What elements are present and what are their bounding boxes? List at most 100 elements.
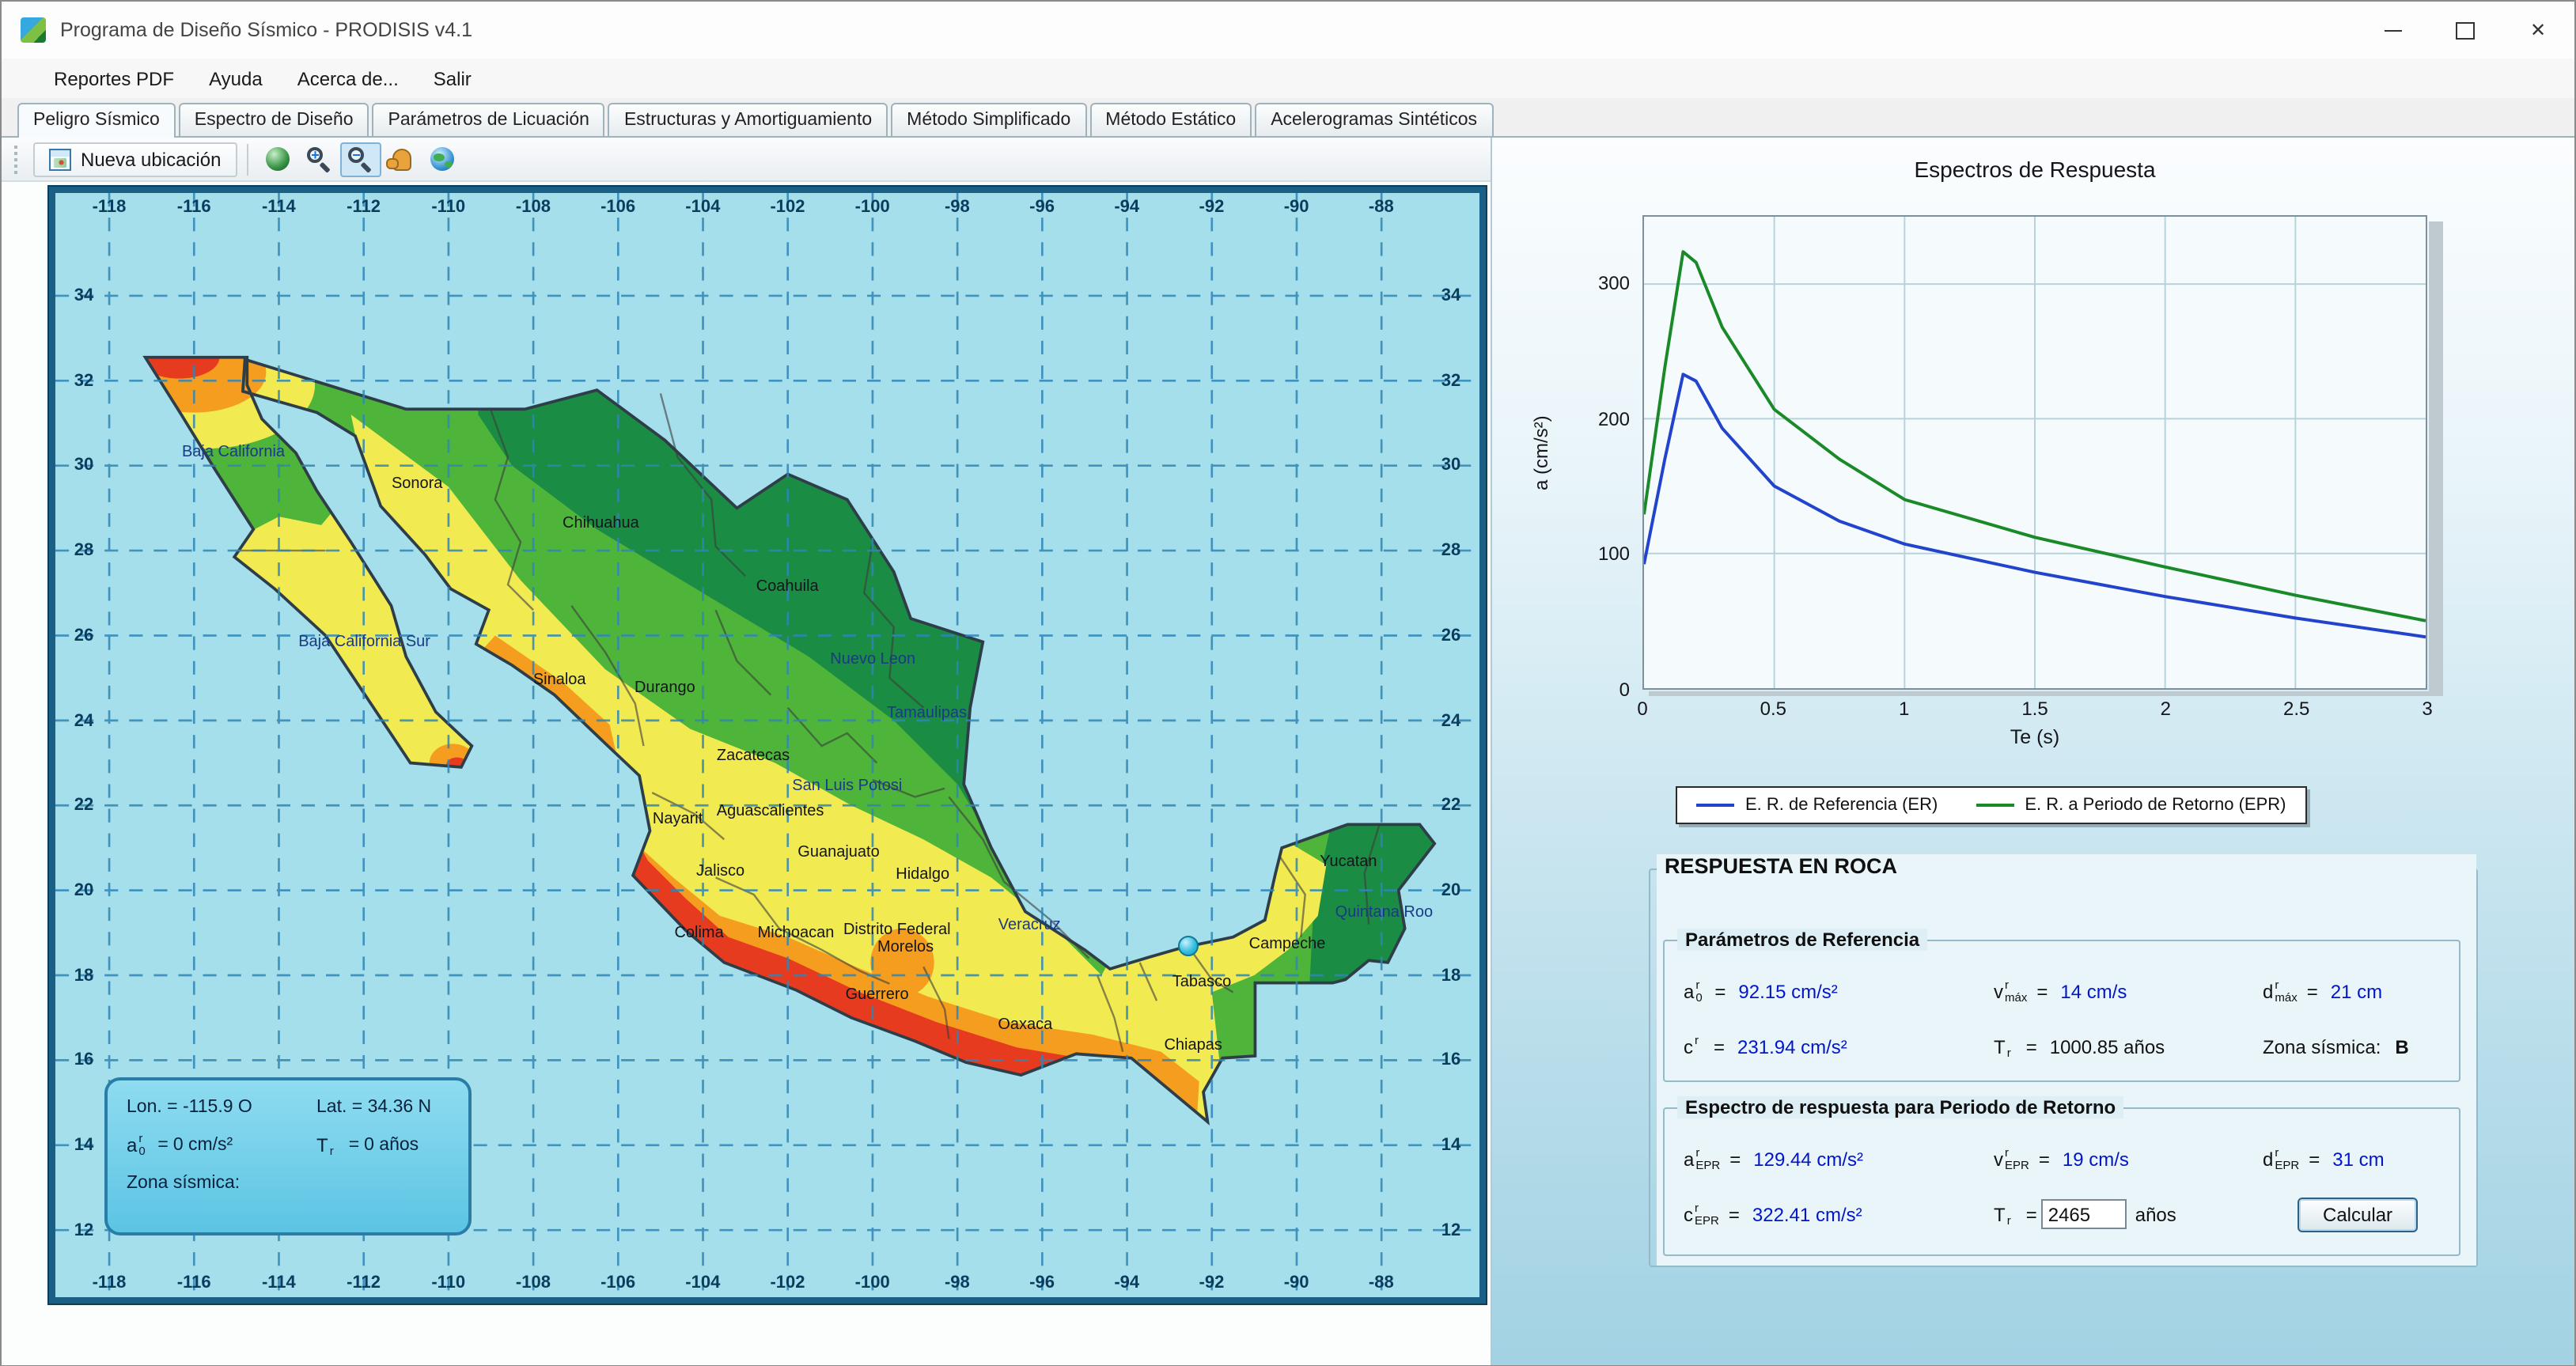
map-axis-tick: 30	[63, 453, 104, 479]
zoom-in-button[interactable]: +	[298, 142, 339, 176]
param-a0r: ar0=92.15 cm/s²	[1684, 978, 1994, 1004]
map-axis-tick: -116	[162, 198, 225, 217]
chart-y-ticks: 0100200300	[1578, 215, 1635, 690]
map-axis-tick: 34	[1430, 283, 1472, 308]
param-aepr: arEPR=129.44 cm/s²	[1684, 1146, 1994, 1171]
return-period-group: Espectro de respuesta para Periodo de Re…	[1663, 1107, 2460, 1256]
menu-item-ayuda[interactable]: Ayuda	[191, 61, 280, 96]
tab-metodo-simplificado[interactable]: Método Simplificado	[891, 103, 1086, 136]
chart-x-tick: 2.5	[2283, 698, 2309, 720]
tab-acelerogramas-sinteticos[interactable]: Acelerogramas Sintéticos	[1255, 103, 1493, 136]
maximize-button[interactable]	[2429, 2, 2502, 59]
param-cepr: crEPR=322.41 cm/s²	[1684, 1201, 1994, 1227]
zoom-out-icon: −	[347, 146, 373, 172]
map-axis-tick: 16	[63, 1048, 104, 1073]
new-location-button[interactable]: Nueva ubicación	[33, 142, 237, 176]
chart-y-tick: 200	[1598, 407, 1630, 429]
locate-sphere-icon	[266, 147, 290, 171]
calc-cell: Calcular	[2263, 1197, 2440, 1232]
map-axis-tick: -116	[162, 1273, 225, 1292]
menu-item-salir[interactable]: Salir	[416, 61, 489, 96]
seismic-hazard-map[interactable]: -118-116-114-112-110-108-106-104-102-100…	[49, 187, 1486, 1304]
chart-x-tick: 1	[1899, 698, 1909, 720]
chart-x-tick: 2	[2161, 698, 2171, 720]
tab-estructuras-y-amortiguamiento[interactable]: Estructuras y Amortiguamiento	[608, 103, 888, 136]
legend-item-epr: E. R. a Periodo de Retorno (EPR)	[1957, 788, 2305, 823]
map-axis-tick: 20	[63, 878, 104, 903]
param-vepr: vrEPR=19 cm/s	[1994, 1146, 2263, 1171]
info-tr: Tr=0 años	[316, 1133, 419, 1158]
tab-parametros-de-licuacion[interactable]: Parámetros de Licuación	[373, 103, 605, 136]
map-axis-tick: -96	[1010, 1273, 1074, 1292]
map-axis-tick: -110	[417, 1273, 480, 1292]
info-lon-label: Lon. =	[127, 1098, 178, 1117]
close-button[interactable]: ✕	[2502, 2, 2574, 59]
map-axis-tick: 24	[63, 708, 104, 733]
map-column: Nueva ubicación + −	[2, 138, 1491, 1364]
info-zona-label: Zona sísmica:	[127, 1174, 240, 1193]
param-tr-value: 1000.85 años	[2050, 1035, 2165, 1058]
map-axis-tick: 14	[63, 1133, 104, 1158]
map-axis-tick: -118	[78, 1273, 141, 1292]
map-axis-tick: -94	[1095, 198, 1158, 217]
globe-icon	[430, 147, 454, 171]
param-cr: cr =231.94 cm/s²	[1684, 1034, 1994, 1059]
calcular-button[interactable]: Calcular	[2298, 1197, 2418, 1232]
map-axis-tick: -90	[1265, 1273, 1328, 1292]
info-lat-label: Lat. =	[316, 1098, 362, 1117]
maximize-icon	[2456, 21, 2475, 39]
map-axis-tick: -96	[1010, 198, 1074, 217]
tab-metodo-estatico[interactable]: Método Estático	[1089, 103, 1252, 136]
map-axis-tick: 20	[1430, 878, 1472, 903]
map-axis-tick: -114	[247, 1273, 310, 1292]
map-axis-tick: -90	[1265, 198, 1328, 217]
map-axis-tick: -108	[502, 1273, 565, 1292]
chart-x-axis-label: Te (s)	[1642, 726, 2427, 748]
legend-label-epr: E. R. a Periodo de Retorno (EPR)	[2025, 796, 2286, 815]
legend-item-er: E. R. de Referencia (ER)	[1677, 788, 1957, 823]
tab-peligro-sismico[interactable]: Peligro Sísmico	[17, 103, 176, 138]
chart-x-tick: 1.5	[2021, 698, 2048, 720]
pan-tool-button[interactable]	[381, 142, 422, 176]
map-ticks-right: 343230282624222018161412	[1430, 283, 1472, 1243]
minimize-button[interactable]	[2356, 2, 2429, 59]
toolbar-grip	[14, 145, 22, 173]
map-axis-tick: -98	[926, 198, 989, 217]
zoom-out-button[interactable]: −	[339, 142, 381, 176]
return-period-header: Espectro de respuesta para Periodo de Re…	[1677, 1096, 2123, 1118]
map-ticks-top: -118-116-114-112-110-108-106-104-102-100…	[78, 198, 1413, 217]
chart-legend: E. R. de Referencia (ER) E. R. a Periodo…	[1676, 786, 2306, 824]
chart-x-ticks: 00.511.522.53	[1642, 698, 2427, 720]
map-axis-tick: 26	[1430, 623, 1472, 649]
map-axis-tick: -108	[502, 198, 565, 217]
map-axis-tick: -102	[756, 1273, 820, 1292]
param-depr: drEPR=31 cm	[2263, 1146, 2440, 1171]
info-a0: ar0=0 cm/s²	[127, 1133, 316, 1158]
tab-espectro-de-diseno[interactable]: Espectro de Diseño	[179, 103, 369, 136]
map-axis-tick: 30	[1430, 453, 1472, 479]
reference-params-group: Parámetros de Referencia ar0=92.15 cm/s²…	[1663, 940, 2460, 1082]
menu-item-reportes-pdf[interactable]: Reportes PDF	[36, 61, 191, 96]
chart-gridlines	[1644, 217, 2426, 688]
map-axis-tick: -112	[332, 198, 396, 217]
chart-plot-svg	[1644, 217, 2426, 688]
seismic-zone-orange-central	[870, 929, 934, 997]
map-ticks-left: 343230282624222018161412	[63, 283, 104, 1243]
menu-item-acerca-de[interactable]: Acerca de...	[280, 61, 416, 96]
map-axis-tick: -104	[671, 198, 734, 217]
pan-hand-icon	[392, 148, 411, 170]
map-axis-tick: -98	[926, 1273, 989, 1292]
map-axis-tick: 32	[63, 368, 104, 393]
info-lon-value: -115.9 O	[183, 1098, 252, 1117]
return-period-input[interactable]	[2042, 1199, 2127, 1229]
main-area: Nueva ubicación + −	[2, 138, 2574, 1364]
map-axis-tick: 32	[1430, 368, 1472, 393]
world-view-button[interactable]	[422, 142, 463, 176]
locate-tool-button[interactable]	[257, 142, 298, 176]
param-dmaxr: drmáx=21 cm	[2263, 978, 2440, 1004]
reference-params-header: Parámetros de Referencia	[1677, 929, 1927, 951]
return-period-row-2: crEPR=322.41 cm/s² T r= años Calcular	[1665, 1186, 2459, 1242]
minimize-icon	[2384, 29, 2401, 31]
chart-y-axis-label: a (cm/s²)	[1530, 215, 1559, 690]
map-axis-tick: 18	[1430, 963, 1472, 989]
